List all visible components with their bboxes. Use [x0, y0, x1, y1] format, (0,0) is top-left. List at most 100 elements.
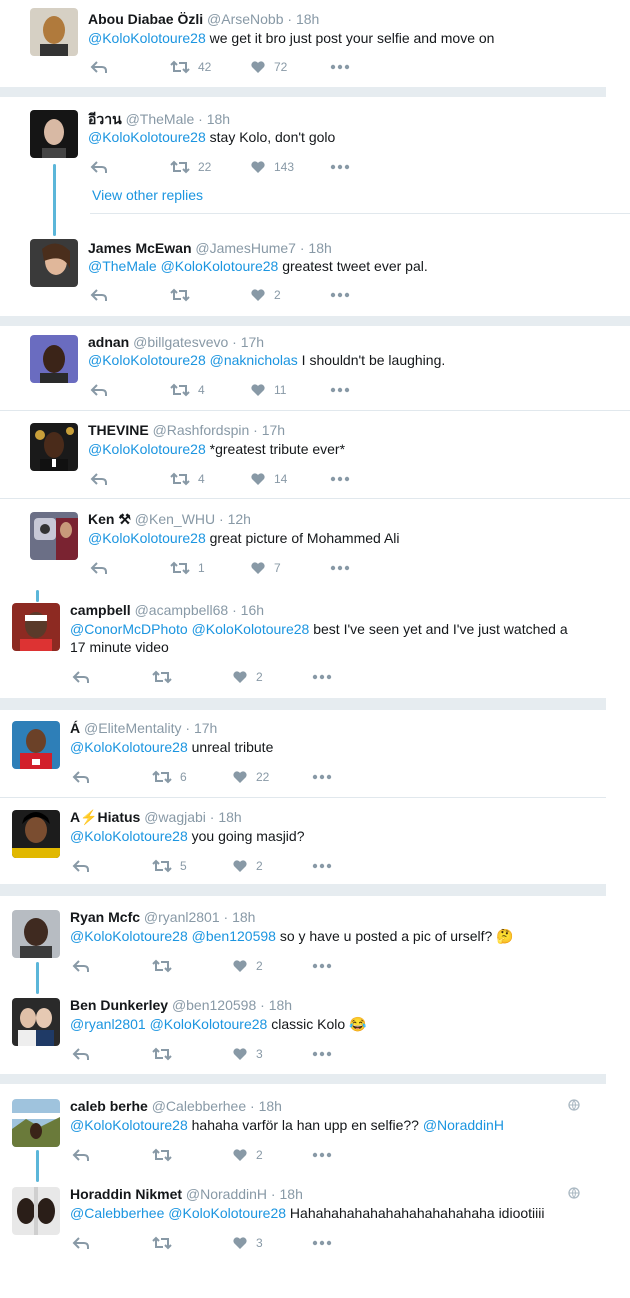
- reply-button[interactable]: [72, 1146, 90, 1164]
- more-button[interactable]: [330, 286, 350, 304]
- mention-link[interactable]: @KoloKolotoure28: [88, 352, 206, 368]
- timestamp[interactable]: 18h: [308, 240, 331, 256]
- more-button[interactable]: [312, 768, 332, 786]
- display-name[interactable]: Horaddin Nikmet: [70, 1186, 182, 1202]
- avatar[interactable]: [30, 110, 78, 158]
- username[interactable]: @acampbell68: [135, 602, 229, 618]
- retweet-button[interactable]: 22: [170, 158, 211, 176]
- display-name[interactable]: Ken ⚒: [88, 511, 131, 527]
- like-button[interactable]: 143: [250, 158, 294, 176]
- timestamp[interactable]: 18h: [296, 11, 319, 27]
- more-button[interactable]: [330, 381, 350, 399]
- mention-link[interactable]: @KoloKolotoure28: [70, 928, 188, 944]
- retweet-button[interactable]: 42: [170, 58, 211, 76]
- reply-button[interactable]: [72, 768, 90, 786]
- username[interactable]: @TheMale: [126, 111, 195, 127]
- username[interactable]: @Rashfordspin: [153, 422, 250, 438]
- like-button[interactable]: 2: [232, 957, 263, 975]
- more-button[interactable]: [312, 1234, 332, 1252]
- more-button[interactable]: [312, 857, 332, 875]
- retweet-button[interactable]: [152, 957, 180, 975]
- display-name[interactable]: Ben Dunkerley: [70, 997, 168, 1013]
- timestamp[interactable]: 16h: [241, 602, 264, 618]
- display-name[interactable]: James McEwan: [88, 240, 192, 256]
- mention-link[interactable]: @ConorMcDPhoto: [70, 621, 188, 637]
- retweet-button[interactable]: [152, 1146, 180, 1164]
- reply-button[interactable]: [72, 957, 90, 975]
- retweet-button[interactable]: 1: [170, 559, 205, 577]
- like-button[interactable]: 11: [250, 381, 286, 399]
- reply-button[interactable]: [90, 286, 108, 304]
- reply-button[interactable]: [72, 1045, 90, 1063]
- mention-link[interactable]: @ryanl2801: [70, 1016, 146, 1032]
- avatar[interactable]: [30, 423, 78, 471]
- reply-button[interactable]: [90, 470, 108, 488]
- mention-link[interactable]: @KoloKolotoure28: [88, 441, 206, 457]
- display-name[interactable]: อีวาน: [88, 111, 122, 127]
- username[interactable]: @JamesHume7: [195, 240, 296, 256]
- timestamp[interactable]: 18h: [232, 909, 255, 925]
- display-name[interactable]: Á: [70, 720, 80, 736]
- mention-link[interactable]: @ben120598: [192, 928, 276, 944]
- mention-link[interactable]: @KoloKolotoure28: [88, 530, 206, 546]
- avatar[interactable]: [12, 721, 60, 769]
- more-button[interactable]: [312, 1045, 332, 1063]
- mention-link[interactable]: @KoloKolotoure28: [168, 1205, 286, 1221]
- like-button[interactable]: 72: [250, 58, 287, 76]
- avatar[interactable]: [12, 1187, 60, 1235]
- reply-button[interactable]: [90, 559, 108, 577]
- more-button[interactable]: [330, 58, 350, 76]
- avatar[interactable]: [30, 512, 78, 560]
- more-button[interactable]: [330, 559, 350, 577]
- avatar[interactable]: [12, 998, 60, 1046]
- display-name[interactable]: caleb berhe: [70, 1098, 148, 1114]
- more-button[interactable]: [312, 668, 332, 686]
- reply-button[interactable]: [90, 381, 108, 399]
- retweet-button[interactable]: [152, 668, 180, 686]
- mention-link[interactable]: @KoloKolotoure28: [150, 1016, 268, 1032]
- mention-link[interactable]: @KoloKolotoure28: [70, 739, 188, 755]
- retweet-button[interactable]: [152, 1045, 180, 1063]
- reply-button[interactable]: [90, 58, 108, 76]
- timestamp[interactable]: 17h: [241, 334, 264, 350]
- mention-link[interactable]: @naknicholas: [210, 352, 298, 368]
- mention-link[interactable]: @NoraddinH: [423, 1117, 504, 1133]
- reply-button[interactable]: [72, 857, 90, 875]
- username[interactable]: @NoraddinH: [186, 1186, 267, 1202]
- avatar[interactable]: [30, 335, 78, 383]
- retweet-button[interactable]: [152, 1234, 180, 1252]
- username[interactable]: @EliteMentality: [84, 720, 181, 736]
- timestamp[interactable]: 18h: [280, 1186, 303, 1202]
- mention-link[interactable]: @KoloKolotoure28: [70, 828, 188, 844]
- username[interactable]: @ben120598: [172, 997, 256, 1013]
- mention-link[interactable]: @KoloKolotoure28: [192, 621, 310, 637]
- mention-link[interactable]: @KoloKolotoure28: [88, 129, 206, 145]
- mention-link[interactable]: @Calebberhee: [70, 1205, 164, 1221]
- retweet-button[interactable]: 6: [152, 768, 187, 786]
- timestamp[interactable]: 17h: [262, 422, 285, 438]
- timestamp[interactable]: 18h: [259, 1098, 282, 1114]
- avatar[interactable]: [12, 810, 60, 858]
- timestamp[interactable]: 18h: [218, 809, 241, 825]
- mention-link[interactable]: @KoloKolotoure28: [161, 258, 279, 274]
- like-button[interactable]: 2: [232, 668, 263, 686]
- avatar[interactable]: [30, 8, 78, 56]
- reply-button[interactable]: [72, 668, 90, 686]
- avatar[interactable]: [12, 603, 60, 651]
- like-button[interactable]: 22: [232, 768, 269, 786]
- like-button[interactable]: 7: [250, 559, 281, 577]
- more-button[interactable]: [330, 470, 350, 488]
- reply-button[interactable]: [72, 1234, 90, 1252]
- like-button[interactable]: 2: [232, 1146, 263, 1164]
- timestamp[interactable]: 12h: [228, 511, 251, 527]
- like-button[interactable]: 14: [250, 470, 287, 488]
- avatar[interactable]: [30, 239, 78, 287]
- mention-link[interactable]: @KoloKolotoure28: [70, 1117, 188, 1133]
- display-name[interactable]: Abou Diabae Özli: [88, 11, 203, 27]
- username[interactable]: @ryanl2801: [144, 909, 220, 925]
- like-button[interactable]: 3: [232, 1045, 263, 1063]
- username[interactable]: @Ken_WHU: [135, 511, 215, 527]
- avatar[interactable]: [12, 1099, 60, 1147]
- display-name[interactable]: A⚡Hiatus: [70, 809, 140, 825]
- avatar[interactable]: [12, 910, 60, 958]
